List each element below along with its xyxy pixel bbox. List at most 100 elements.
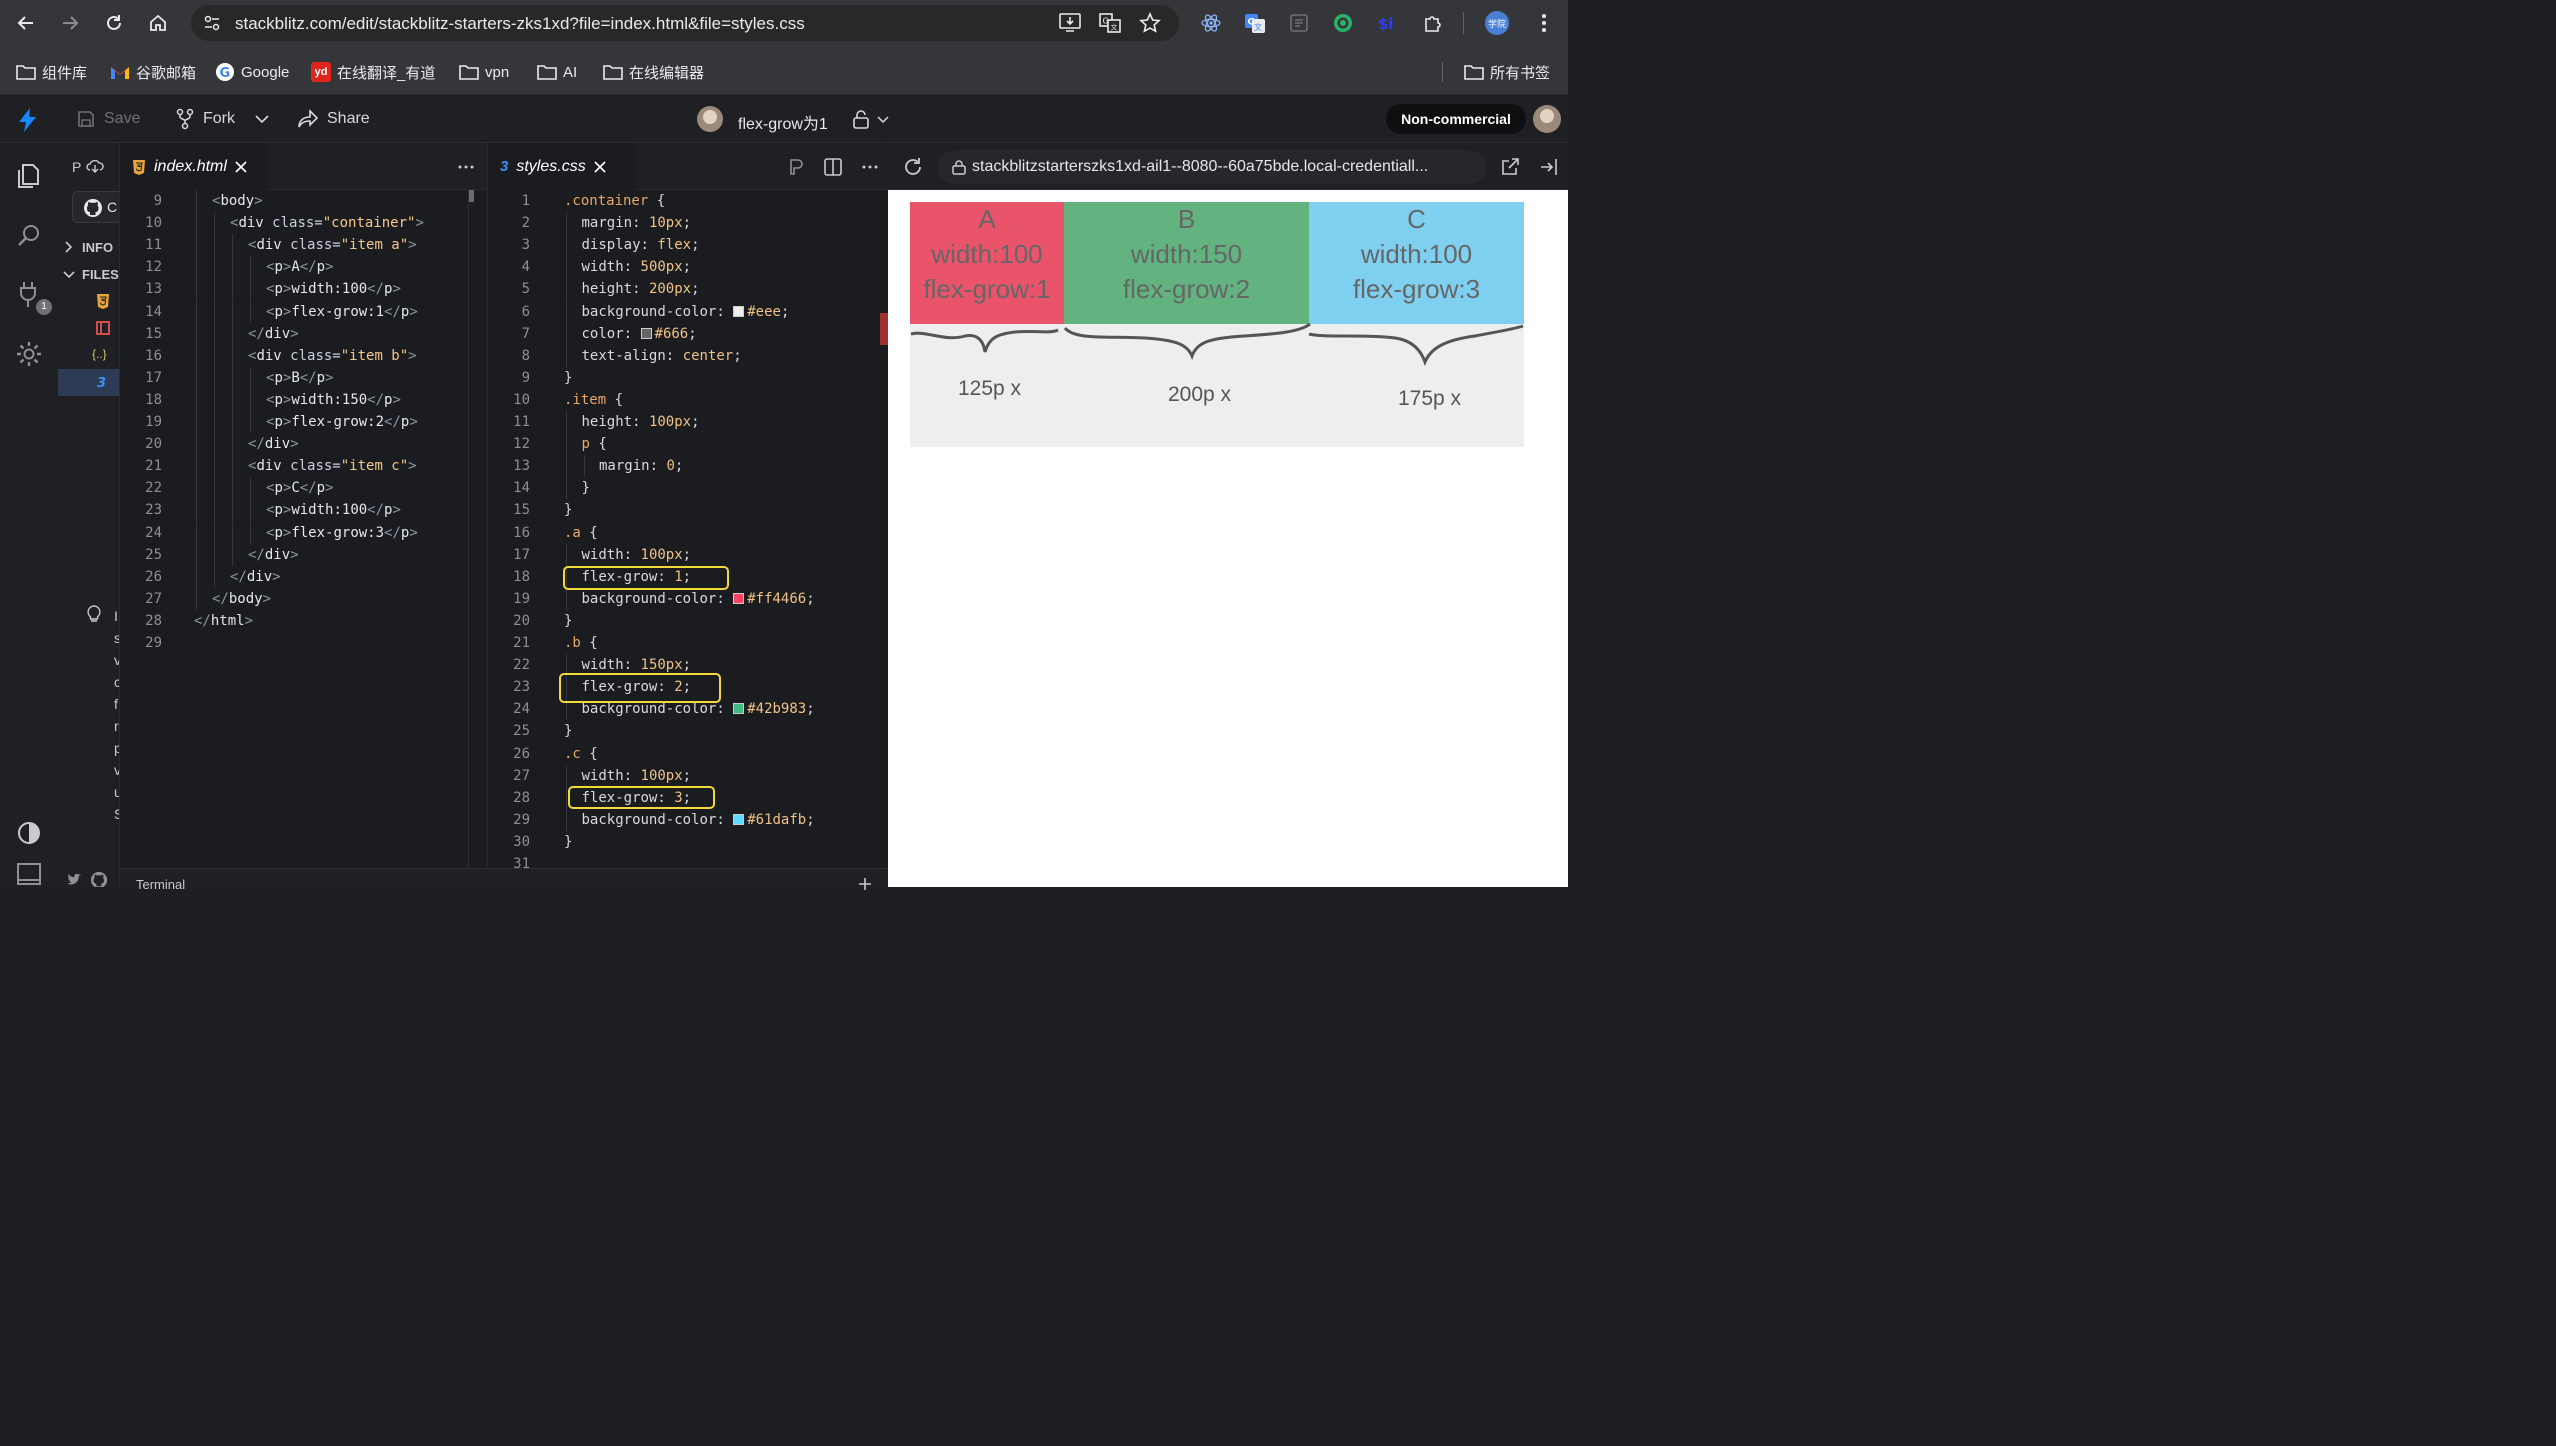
html-code-area[interactable]: 9 <body> 10 <div class="container"> 11 <div c… [120,190,486,887]
cloud-download-icon[interactable] [86,159,104,173]
code-token: center [682,347,734,364]
code-token: : [716,303,734,320]
bookmark-all[interactable]: 所有书签 [1464,62,1550,82]
chevron-right-icon[interactable] [64,241,74,253]
indent-guide [566,786,567,809]
bookmark-folder-online-editor[interactable]: 在线编辑器 [603,62,704,82]
bookmark-folder-ai[interactable]: AI [537,62,577,82]
unlock-icon[interactable] [852,109,870,129]
user-avatar[interactable] [1533,105,1561,133]
more-actions-icon[interactable] [862,165,878,169]
connect-github-button[interactable]: C [72,191,119,223]
profile-avatar[interactable]: 学院 [1485,11,1509,35]
color-swatch[interactable] [733,703,745,715]
fork-dropdown-chevron-icon[interactable] [255,115,269,123]
github-footer-icon[interactable] [90,871,108,887]
tab-index-html[interactable]: index.html [120,143,268,190]
url-text[interactable]: stackblitz.com/edit/stackblitz-starters-… [235,14,805,34]
add-terminal-icon[interactable] [858,877,872,891]
css-code-area[interactable]: 1 .container {2 margin: 10px; 3 display: fle… [488,190,887,887]
forward-button[interactable] [56,9,84,37]
save-button[interactable]: Save [76,107,140,131]
reader-extension[interactable] [1287,11,1311,35]
line-number: 6 [521,303,530,320]
install-app-icon[interactable] [1059,13,1081,33]
code-token: flex-grow:3 [291,524,385,541]
bookmark-label: Google [241,63,290,81]
bookmark-folder-components[interactable]: 组件库 [16,62,87,82]
tab-styles-css[interactable]: 3 styles.css [488,143,636,190]
panel-layout-icon[interactable] [14,859,44,889]
indent-guide [250,278,251,301]
color-swatch[interactable] [640,327,652,339]
share-button[interactable]: Share [297,107,370,131]
home-button[interactable] [144,9,172,37]
line-number: 21 [513,635,530,651]
code-token: p [316,480,326,497]
visibility-chevron-icon[interactable] [877,116,889,123]
line-number: 14 [513,480,530,497]
color-swatch[interactable] [733,813,745,825]
address-bar[interactable]: stackblitz.com/edit/stackblitz-starters-… [191,5,1179,41]
bookmark-google[interactable]: G Google [215,62,289,82]
code-line: margin: 0; [599,458,683,474]
info-section-header[interactable]: INFO [82,240,113,255]
preview-url: stackblitzstarterszks1xd-ail1--8080--60a… [972,158,1429,175]
line-number: 25 [145,546,162,563]
files-section-header[interactable]: FILES [82,267,119,282]
indent-guide [196,256,197,279]
collapse-preview-icon[interactable] [1540,158,1558,176]
code-token: > [408,237,417,254]
search-icon[interactable] [14,221,44,251]
files-icon[interactable] [14,161,44,191]
css-file-icon: 3 [500,158,509,175]
theme-toggle-icon[interactable] [14,818,44,848]
json-file-icon[interactable]: {..} [92,347,107,361]
brace-a [910,328,1059,353]
code-token: } [564,612,573,629]
bookmark-folder-vpn[interactable]: vpn [459,62,509,82]
react-devtools-extension[interactable] [1199,11,1223,35]
bookmark-star-icon[interactable] [1139,12,1161,34]
gear-icon[interactable] [14,339,44,369]
license-badge[interactable]: Non-commercial [1386,104,1526,134]
indent-guide [196,477,197,500]
back-button[interactable] [12,9,40,37]
site-settings-icon[interactable] [203,14,221,32]
bookmark-youdao[interactable]: yd 在线翻译_有道 [311,62,435,82]
chevron-down-icon[interactable] [63,270,75,280]
target-extension[interactable] [1331,11,1355,35]
indent-guide [566,764,567,787]
html-file-icon[interactable] [96,293,110,309]
twitter-icon[interactable] [66,873,82,887]
active-file-row[interactable] [58,369,119,396]
format-icon[interactable] [788,158,804,176]
open-new-window-icon[interactable] [1500,157,1520,177]
refresh-preview-icon[interactable] [902,156,924,178]
more-actions-icon[interactable] [458,165,474,169]
color-swatch[interactable] [733,592,745,604]
color-swatch[interactable] [733,305,745,317]
reload-button[interactable] [100,9,128,37]
project-title[interactable]: flex-grow为1 [738,110,828,134]
code-token: 100px [640,546,683,563]
indent-guide [214,344,215,367]
google-translate-extension[interactable]: G文 [1243,11,1267,35]
translate-icon[interactable]: G文 [1099,13,1121,33]
extensions-button[interactable] [1421,11,1445,35]
indent-guide [232,433,233,456]
dollar-extension[interactable]: $i [1375,11,1399,35]
layout-file-icon[interactable] [96,321,110,335]
project-avatar[interactable] [697,106,723,132]
fork-button[interactable]: Fork [175,107,235,131]
split-editor-icon[interactable] [824,158,842,176]
close-icon[interactable] [594,160,606,173]
stackblitz-logo-icon[interactable] [17,107,39,133]
bookmark-gmail[interactable]: 谷歌邮箱 [110,62,196,82]
css-file-icon[interactable]: 3 [96,375,110,389]
terminal-panel-header[interactable]: Terminal [120,868,888,892]
code-token: ; [682,767,692,784]
chrome-menu-button[interactable] [1532,11,1556,35]
preview-url-field[interactable]: stackblitzstarterszks1xd-ail1--8080--60a… [938,150,1486,184]
close-icon[interactable] [235,160,247,173]
